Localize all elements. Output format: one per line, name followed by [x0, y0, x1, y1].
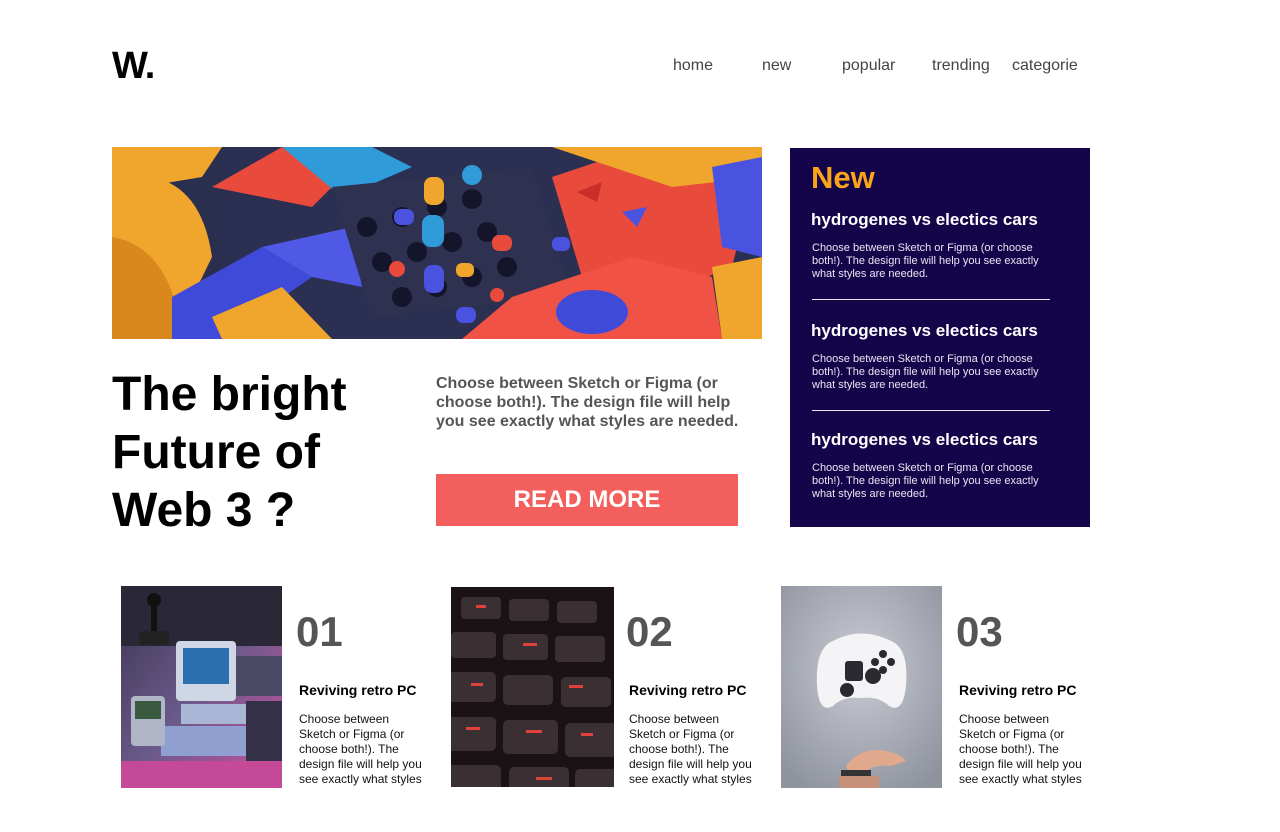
new-article-title[interactable]: hydrogenes vs electics cars — [811, 430, 1071, 450]
abstract-blocks-illustration — [112, 147, 762, 339]
hero-description: Choose between Sketch or Figma (or choos… — [436, 375, 739, 430]
new-article-text: Choose between Sketch or Figma (or choos… — [812, 242, 1039, 280]
article-card[interactable]: 01 Reviving retro PC Choose between Sket… — [121, 586, 431, 788]
keyboard-closeup-photo — [451, 587, 614, 787]
card-number: 02 — [626, 608, 673, 655]
new-article-title[interactable]: hydrogenes vs electics cars — [811, 210, 1071, 230]
hero-title: The bright Future of Web 3 ? — [112, 366, 412, 540]
card-description: Choose between Sketch or Figma (or choos… — [959, 712, 1082, 788]
gamepad-image[interactable] — [781, 586, 942, 788]
card-title[interactable]: Reviving retro PC — [959, 681, 1076, 699]
card-description: Choose between Sketch or Figma (or choos… — [299, 712, 422, 788]
divider — [812, 299, 1050, 300]
new-article-title[interactable]: hydrogenes vs electics cars — [811, 321, 1071, 341]
new-article-item[interactable]: hydrogenes vs electics cars Choose betwe… — [811, 430, 1071, 501]
article-card[interactable]: 02 Reviving retro PC Choose between Sket… — [451, 586, 761, 788]
card-title[interactable]: Reviving retro PC — [299, 681, 416, 699]
new-article-text: Choose between Sketch or Figma (or choos… — [812, 462, 1039, 500]
hero-title-line: Web 3 ? — [112, 484, 296, 537]
nav-new[interactable]: new — [762, 56, 791, 76]
new-article-text: Choose between Sketch or Figma (or choos… — [812, 353, 1039, 391]
card-number: 01 — [296, 608, 343, 655]
nav-trending[interactable]: trending — [932, 56, 990, 76]
nav-popular[interactable]: popular — [842, 56, 895, 76]
nav-categorie[interactable]: categorie — [1012, 56, 1078, 76]
divider — [812, 410, 1050, 411]
retro-computer-photo — [121, 586, 282, 788]
hero-image[interactable] — [112, 147, 762, 339]
hero-title-line: Future of — [112, 426, 320, 479]
article-card[interactable]: 03 Reviving retro PC Choose between Sket… — [781, 586, 1091, 788]
new-article-item[interactable]: hydrogenes vs electics cars Choose betwe… — [811, 321, 1071, 392]
keyboard-image[interactable] — [451, 587, 614, 787]
new-article-item[interactable]: hydrogenes vs electics cars Choose betwe… — [811, 210, 1071, 281]
new-articles-panel: New hydrogenes vs electics cars Choose b… — [790, 148, 1090, 527]
card-title[interactable]: Reviving retro PC — [629, 681, 746, 699]
card-description: Choose between Sketch or Figma (or choos… — [629, 712, 752, 788]
floating-gamepad-photo — [781, 586, 942, 788]
retro-computer-image[interactable] — [121, 586, 282, 788]
nav-home[interactable]: home — [673, 56, 713, 76]
main-nav: home new popular trending categorie — [0, 56, 1280, 78]
card-number: 03 — [956, 608, 1003, 655]
new-panel-heading: New — [811, 160, 875, 195]
hero-title-line: The bright — [112, 368, 347, 421]
read-more-button[interactable]: READ MORE — [436, 474, 738, 526]
